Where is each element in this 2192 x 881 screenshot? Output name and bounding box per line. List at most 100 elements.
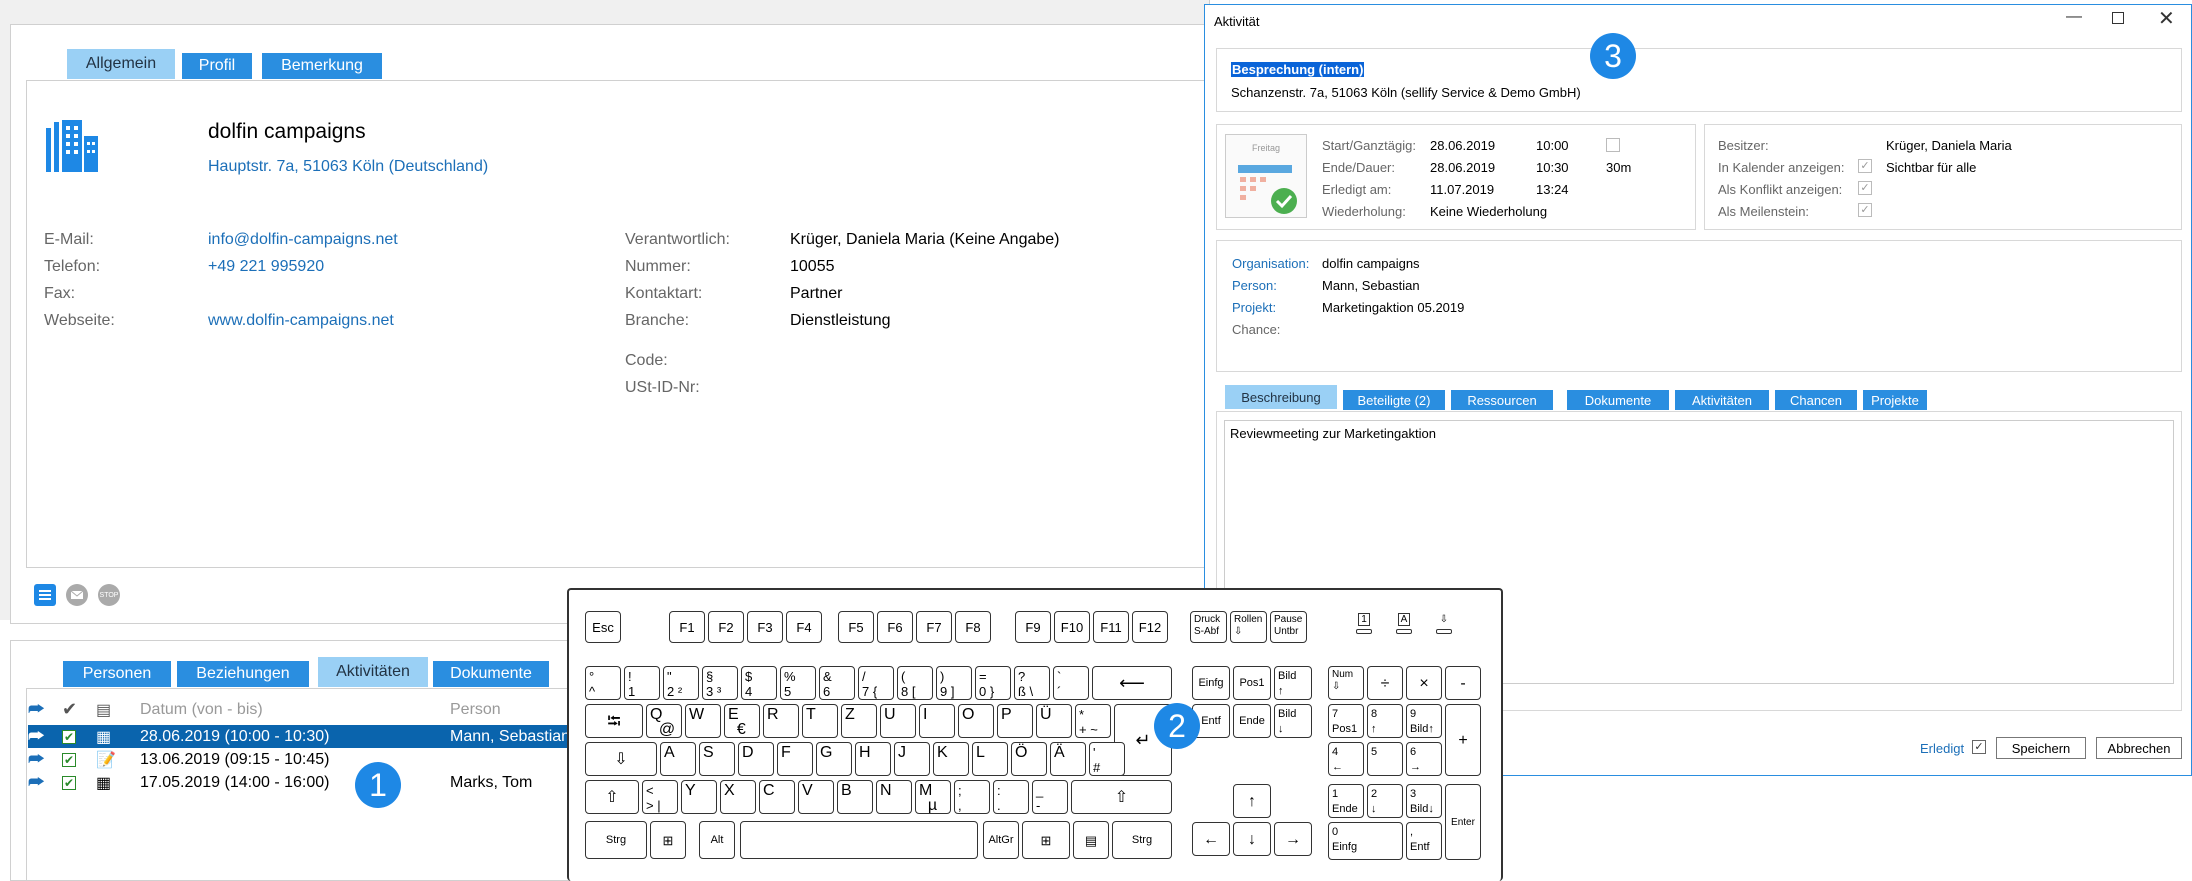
cancel-button[interactable]: Abbrechen xyxy=(2096,737,2182,759)
key-5[interactable]: % 5 xyxy=(780,666,816,700)
key-r[interactable]: R xyxy=(763,704,799,738)
key-p[interactable]: P xyxy=(997,704,1033,738)
project-label[interactable]: Projekt: xyxy=(1232,300,1276,315)
key-g[interactable]: G xyxy=(816,742,852,776)
phone-value[interactable]: +49 221 995920 xyxy=(208,258,324,276)
key-numlock[interactable]: Num ⇩ xyxy=(1328,666,1364,700)
key-f10[interactable]: F10 xyxy=(1054,611,1090,643)
key-f11[interactable]: F11 xyxy=(1093,611,1129,643)
done-checkbox[interactable]: ✔ xyxy=(62,775,76,790)
key-f4[interactable]: F4 xyxy=(786,611,822,643)
key-num4[interactable]: 4 ← xyxy=(1328,742,1364,776)
list-icon[interactable] xyxy=(34,584,56,606)
key-backspace[interactable]: ⟵ xyxy=(1092,666,1172,700)
key-0[interactable]: = 0 } xyxy=(975,666,1011,700)
key-f[interactable]: F xyxy=(777,742,813,776)
menu-key-icon[interactable]: ▤ xyxy=(1073,821,1109,859)
done-date[interactable]: 11.07.2019 xyxy=(1430,182,1494,197)
key-less[interactable]: < > | xyxy=(642,780,678,814)
key-3[interactable]: § 3 ³ xyxy=(702,666,738,700)
key-num-minus[interactable]: - xyxy=(1445,666,1481,700)
key-4[interactable]: $ 4 xyxy=(741,666,777,700)
save-button[interactable]: Speichern xyxy=(1996,737,2086,759)
milestone-checkbox[interactable]: ✓ xyxy=(1858,203,1872,217)
windows-right-icon[interactable]: ⊞ xyxy=(1022,821,1070,859)
tab-chancen[interactable]: Chancen xyxy=(1774,389,1858,411)
key-end[interactable]: Ende xyxy=(1233,704,1271,738)
table-row[interactable]: ⮫ ✔ ▦ 17.05.2019 (14:00 - 16:00) Marks, … xyxy=(28,771,578,794)
end-date[interactable]: 28.06.2019 xyxy=(1430,160,1495,175)
key-9[interactable]: ) 9 ] xyxy=(936,666,972,700)
key-z[interactable]: Z xyxy=(841,704,877,738)
key-num1[interactable]: 1 Ende xyxy=(1328,784,1364,818)
allday-checkbox[interactable] xyxy=(1606,138,1620,152)
tab-projekte[interactable]: Projekte xyxy=(1862,389,1928,411)
key-h[interactable]: H xyxy=(855,742,891,776)
arrow-up-key[interactable]: ↑ xyxy=(1233,784,1271,818)
maximize-icon[interactable] xyxy=(2112,12,2124,24)
key-6[interactable]: & 6 xyxy=(819,666,855,700)
start-time[interactable]: 10:00 xyxy=(1536,138,1569,153)
key-o[interactable]: O xyxy=(958,704,994,738)
key-7[interactable]: / 7 { xyxy=(858,666,894,700)
key-b[interactable]: B xyxy=(837,780,873,814)
person-column-header[interactable]: Person xyxy=(450,701,501,719)
key-e[interactable]: E € xyxy=(724,704,760,738)
key-num-enter[interactable]: Enter xyxy=(1445,784,1481,860)
tab-allgemein[interactable]: Allgemein xyxy=(66,48,176,80)
subject-text[interactable]: Besprechung (intern) xyxy=(1231,62,1365,77)
key-d[interactable]: D xyxy=(738,742,774,776)
key-num7[interactable]: 7 Pos1 xyxy=(1328,704,1364,738)
key-8[interactable]: ( 8 [ xyxy=(897,666,933,700)
project-value[interactable]: Marketingaktion 05.2019 xyxy=(1322,300,1464,315)
key-altgr[interactable]: AltGr xyxy=(983,821,1019,859)
key-x[interactable]: X xyxy=(720,780,756,814)
key-f1[interactable]: F1 xyxy=(669,611,705,643)
tab-aktivitaeten-dialog[interactable]: Aktivitäten xyxy=(1674,389,1770,411)
key-c[interactable]: C xyxy=(759,780,795,814)
arrow-down-key[interactable]: ↓ xyxy=(1233,822,1271,856)
key-minus[interactable]: _ - xyxy=(1032,780,1068,814)
key-ctrl-left[interactable]: Strg xyxy=(585,821,647,859)
key-f12[interactable]: F12 xyxy=(1132,611,1168,643)
key-f8[interactable]: F8 xyxy=(955,611,991,643)
key-multiply[interactable]: × xyxy=(1406,666,1442,700)
tab-profil[interactable]: Profil xyxy=(181,52,253,80)
done-checkbox[interactable]: ✔ xyxy=(62,752,76,767)
calendar-visibility-checkbox[interactable]: ✓ xyxy=(1858,159,1872,173)
key-pageup[interactable]: Bild ↑ xyxy=(1274,666,1312,700)
key-a[interactable]: A xyxy=(660,742,696,776)
organisation-label[interactable]: Organisation: xyxy=(1232,256,1309,271)
repeat-value[interactable]: Keine Wiederholung xyxy=(1430,204,1547,219)
key-m[interactable]: M µ xyxy=(915,780,951,814)
tab-beziehungen[interactable]: Beziehungen xyxy=(176,660,310,688)
tab-ressourcen[interactable]: Ressourcen xyxy=(1450,389,1554,411)
key-num3[interactable]: 3 Bild↓ xyxy=(1406,784,1442,818)
key-capslock[interactable]: ⇩ xyxy=(585,742,657,776)
key-num5[interactable]: 5 xyxy=(1367,742,1403,776)
person-label[interactable]: Person: xyxy=(1232,278,1277,293)
tab-beteiligte[interactable]: Beteiligte (2) xyxy=(1342,389,1446,411)
tab-personen[interactable]: Personen xyxy=(62,660,172,688)
person-value[interactable]: Mann, Sebastian xyxy=(1322,278,1420,293)
key-period[interactable]: : . xyxy=(993,780,1029,814)
table-row[interactable]: ⮫ ✔ 📝 13.06.2019 (09:15 - 10:45) xyxy=(28,748,578,771)
email-value[interactable]: info@dolfin-campaigns.net xyxy=(208,231,398,249)
key-num0[interactable]: 0 Einfg xyxy=(1328,822,1403,860)
key-s[interactable]: S xyxy=(699,742,735,776)
key-esc[interactable]: Esc xyxy=(585,611,621,643)
key-2[interactable]: " 2 ² xyxy=(663,666,699,700)
key-acute[interactable]: ` ´ xyxy=(1053,666,1089,700)
key-shift-left[interactable]: ⇧ xyxy=(585,780,639,814)
key-j[interactable]: J xyxy=(894,742,930,776)
tab-beschreibung[interactable]: Beschreibung xyxy=(1224,384,1338,410)
key-num6[interactable]: 6 → xyxy=(1406,742,1442,776)
owner-value[interactable]: Krüger, Daniela Maria xyxy=(1886,138,2012,153)
key-k[interactable]: K xyxy=(933,742,969,776)
key-ue[interactable]: Ü xyxy=(1036,704,1072,738)
key-print[interactable]: Druck S-Abf xyxy=(1190,611,1227,643)
end-time[interactable]: 10:30 xyxy=(1536,160,1569,175)
done-time[interactable]: 13:24 xyxy=(1536,182,1569,197)
key-f3[interactable]: F3 xyxy=(747,611,783,643)
key-shift-right[interactable]: ⇧ xyxy=(1071,780,1172,814)
